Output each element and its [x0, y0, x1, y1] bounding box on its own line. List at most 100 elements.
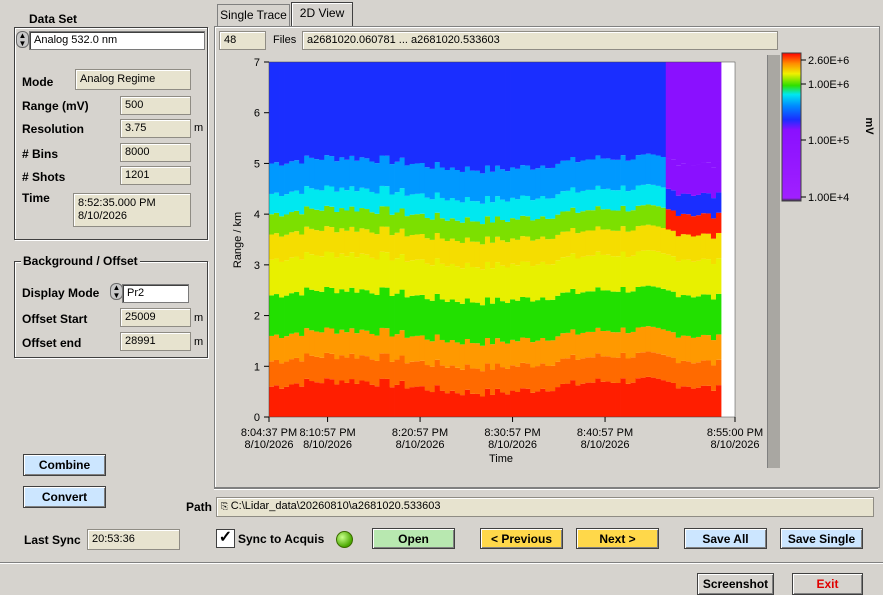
tab-single-trace[interactable]: Single Trace: [217, 4, 290, 26]
heatmap-cell: [454, 393, 461, 417]
heatmap-cell: [424, 263, 431, 300]
x-tick-date: 8/10/2026: [396, 439, 445, 451]
heatmap-cell: [449, 390, 456, 417]
heatmap-cell: [660, 227, 667, 254]
exit-button[interactable]: Exit: [792, 573, 863, 595]
y-axis: 0 1 2 3 4 5 6 7: [254, 57, 269, 424]
heatmap-cell: [525, 388, 531, 417]
heatmap-cell: [515, 366, 521, 392]
heatmap-cell: [705, 259, 712, 295]
next-button[interactable]: Next >: [576, 528, 659, 549]
heatmap-cell: [409, 295, 416, 337]
heatmap-cell: [655, 251, 662, 288]
heatmap-cell: [284, 62, 290, 164]
heatmap-cell: [610, 190, 616, 211]
heatmap-cell: [540, 216, 546, 237]
heatmap-cell: [715, 359, 722, 386]
heatmap-cell: [354, 383, 360, 417]
heatmap-cell: [439, 62, 446, 168]
heatmap-cell: [675, 62, 682, 166]
heatmap-cell: [429, 199, 436, 220]
sync-checkbox[interactable]: ✓: [216, 529, 235, 548]
heatmap-cell: [705, 294, 712, 336]
heatmap-cell: [479, 203, 486, 225]
heatmap-cell: [404, 261, 411, 298]
heatmap-cell: [279, 388, 285, 417]
heatmap-cell: [645, 62, 652, 154]
path-field[interactable]: ⎘ C:\Lidar_data\20260810\a2681020.533603: [216, 497, 874, 517]
heatmap-cell: [289, 232, 295, 258]
heatmap-cell: [540, 338, 546, 364]
heatmap-cell: [429, 168, 436, 200]
heatmap-cell: [424, 365, 431, 391]
tab-2d-view[interactable]: 2D View: [291, 2, 353, 27]
path-browse-icon[interactable]: ⎘: [221, 501, 231, 511]
heatmap-cell: [580, 256, 586, 293]
heatmap-cell: [359, 380, 365, 417]
display-mode-field[interactable]: Pr2: [122, 284, 189, 303]
heatmap-cell: [419, 62, 426, 164]
previous-button[interactable]: < Previous: [480, 528, 563, 549]
heatmap-cell: [635, 185, 642, 206]
heatmap-cell: [635, 226, 642, 252]
y-tick-label: 1: [254, 361, 260, 373]
heatmap-cell: [580, 292, 586, 333]
heatmap-cell: [515, 219, 521, 240]
heatmap-cell: [680, 193, 687, 214]
save-single-button[interactable]: Save Single: [780, 528, 863, 549]
heatmap-cell: [454, 367, 461, 394]
heatmap-cell: [299, 259, 305, 296]
heatmap-cell: [459, 395, 466, 417]
heatmap-cell: [419, 386, 426, 417]
heatmap-cell: [279, 196, 285, 217]
heatmap-cell: [495, 196, 501, 217]
heatmap-cell: [429, 265, 436, 301]
heatmap-cell: [565, 256, 571, 293]
heatmap-cell: [615, 230, 621, 257]
heatmap-cell: [289, 212, 295, 233]
channel-selector-ring[interactable]: ▲ ▼: [16, 31, 29, 48]
save-all-button[interactable]: Save All: [684, 528, 767, 549]
heatmap-cell: [374, 294, 380, 336]
heatmap-cell: [680, 62, 687, 164]
heatmap-cell: [429, 219, 436, 240]
heatmap-cell: [484, 363, 491, 389]
channel-field[interactable]: Analog 532.0 nm: [29, 31, 205, 50]
heatmap-cell: [444, 301, 451, 343]
heatmap-cell: [444, 393, 451, 417]
open-button[interactable]: Open: [372, 528, 455, 549]
x-axis-label: Time: [489, 453, 513, 465]
heatmap-cell: [409, 194, 416, 215]
heatmap-cell: [329, 252, 335, 288]
heatmap-cell: [274, 212, 280, 234]
heatmap-cell: [640, 205, 647, 226]
heatmap-cell: [605, 330, 611, 357]
heatmap-cell: [299, 386, 305, 417]
heatmap-cell: [560, 160, 566, 192]
heatmap-cell: [690, 363, 697, 389]
heatmap-cell: [459, 268, 466, 304]
heatmap-cell: [359, 208, 365, 229]
convert-button[interactable]: Convert: [23, 486, 106, 508]
heatmap-cell: [284, 336, 290, 362]
heatmap-cell: [459, 202, 466, 223]
heatmap-cell: [610, 291, 616, 333]
heatmap-cell: [520, 388, 526, 417]
heatmap-cell: [535, 340, 541, 367]
heatmap-cell: [404, 195, 411, 217]
heatmap-cell: [550, 391, 556, 417]
heatmap-cell: [620, 352, 626, 379]
heatmap-cell: [289, 359, 295, 385]
heatmap-cell: [484, 196, 491, 217]
heatmap-cell: [660, 288, 667, 330]
heatmap-cell: [394, 384, 400, 417]
heatmap-cell: [640, 62, 647, 155]
heatmap-cell: [685, 163, 692, 194]
heatmap-cell: [500, 265, 506, 302]
heatmap-cell: [675, 297, 682, 338]
plot-scrollbar[interactable]: [767, 55, 780, 468]
heatmap-cell: [474, 170, 481, 202]
heatmap-cell: [399, 62, 405, 158]
combine-button[interactable]: Combine: [23, 454, 106, 476]
screenshot-button[interactable]: Screenshot: [697, 573, 774, 595]
